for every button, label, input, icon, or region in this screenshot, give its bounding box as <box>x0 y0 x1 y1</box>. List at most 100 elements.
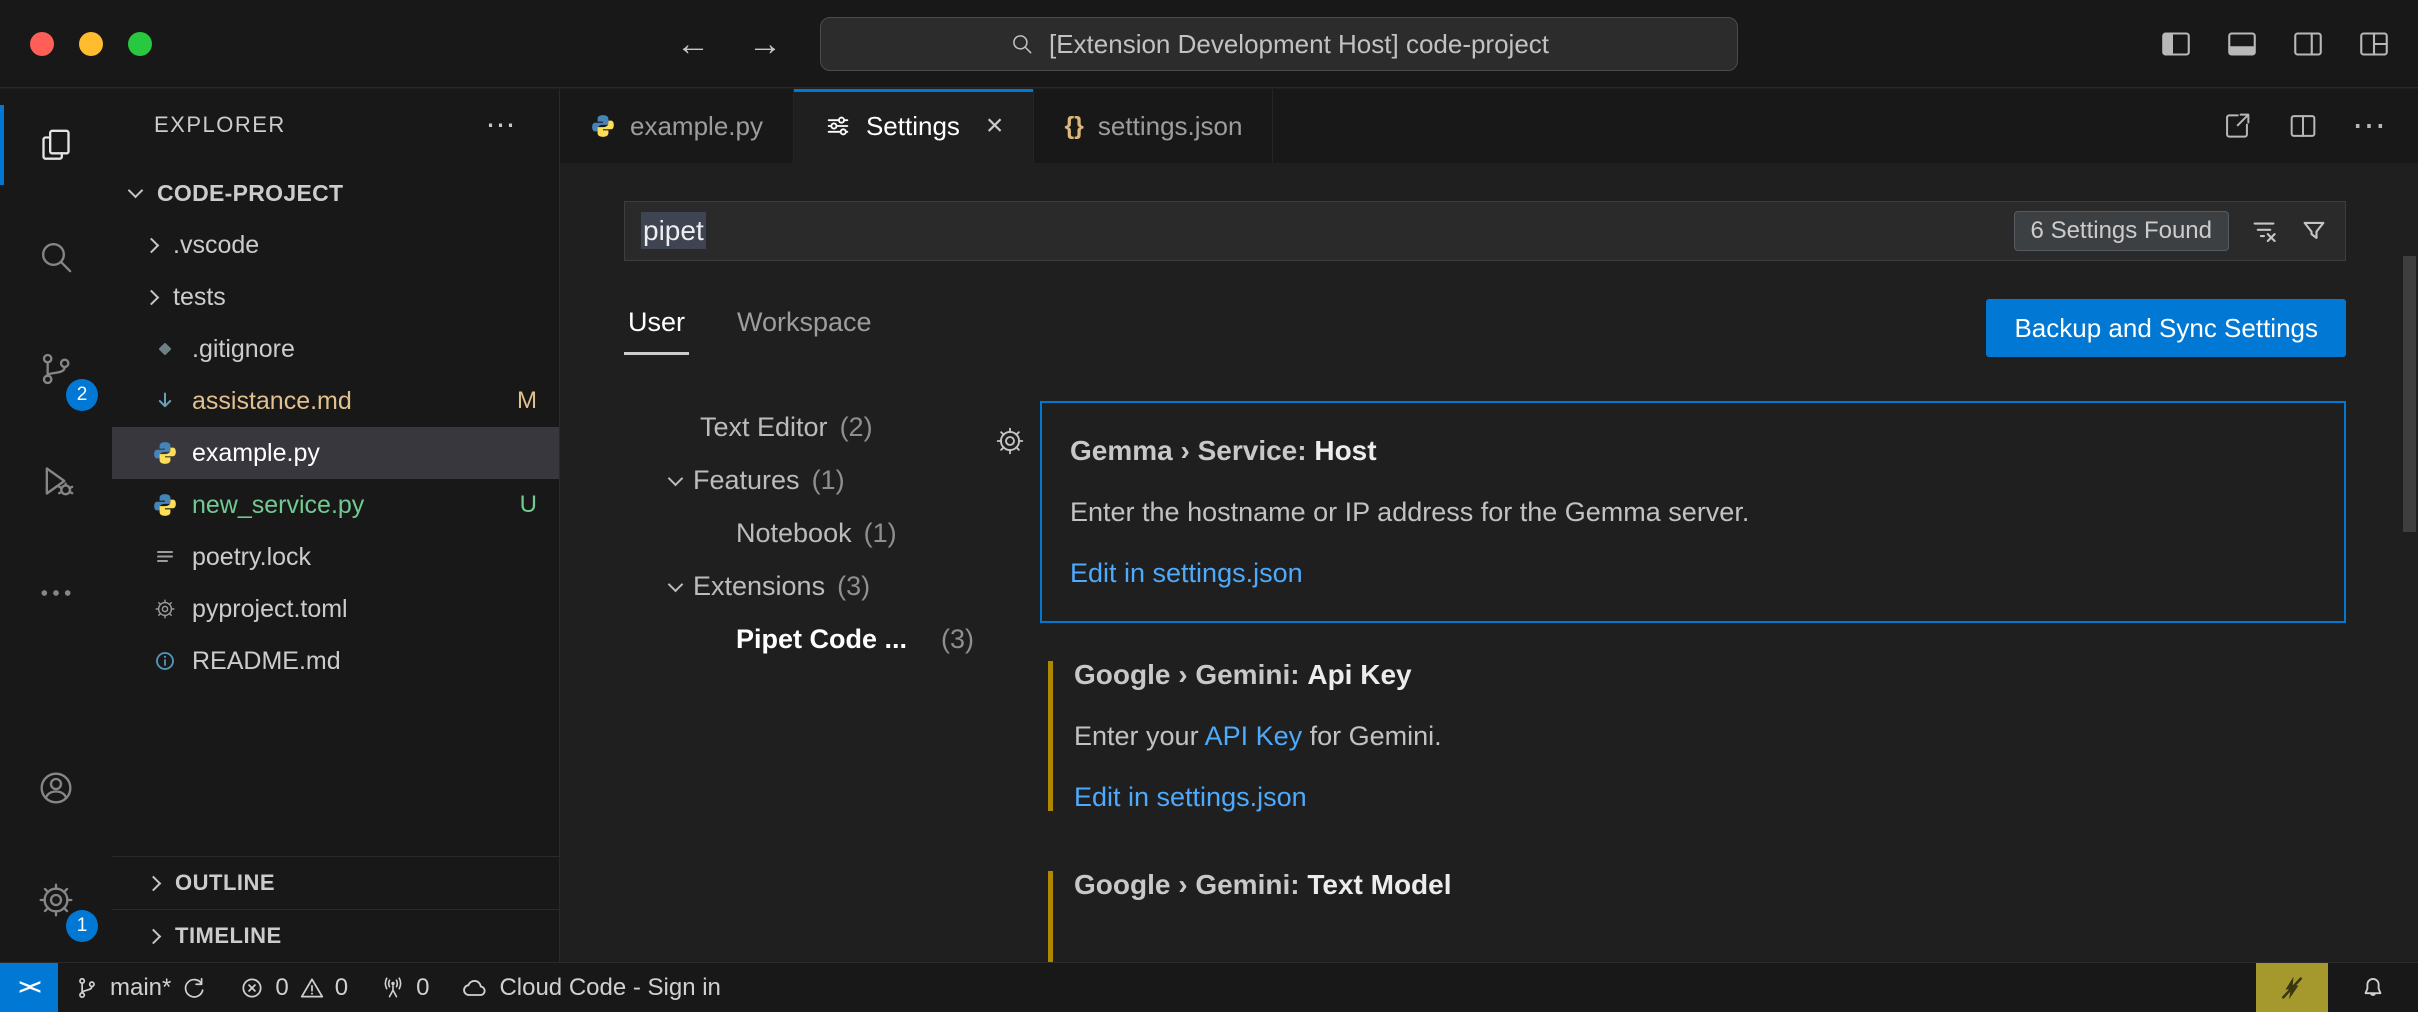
edit-in-settings-json-link[interactable]: Edit in settings.json <box>1070 558 2316 589</box>
screencast-highlight-cell[interactable] <box>2256 963 2328 1012</box>
status-bar: >< main* 0 0 0 Cloud Code - Sign in <box>0 962 2418 1012</box>
setting-category: Google › Gemini: <box>1074 869 1300 900</box>
python-file-icon <box>150 492 180 518</box>
modified-indicator <box>1048 871 1053 962</box>
settings-toc: Text Editor (2) Features (1) Notebook (1… <box>624 401 1004 962</box>
setting-name: Text Model <box>1307 869 1451 900</box>
tree-item-readme-md[interactable]: README.md <box>112 635 559 687</box>
editor-scrollbar[interactable] <box>2403 256 2416 532</box>
tree-item-example-py[interactable]: example.py <box>112 427 559 479</box>
toc-extensions[interactable]: Extensions (3) <box>624 560 1004 613</box>
section-outline[interactable]: OUTLINE <box>112 856 559 909</box>
ports-status[interactable]: 0 <box>364 963 445 1012</box>
section-timeline[interactable]: TIMELINE <box>112 909 559 962</box>
settings-badge: 1 <box>66 910 98 942</box>
scope-tab-workspace[interactable]: Workspace <box>733 299 876 352</box>
tree-item-pyproject-toml[interactable]: pyproject.toml <box>112 583 559 635</box>
tree-root-code-project[interactable]: CODE-PROJECT <box>112 167 559 219</box>
error-icon <box>239 975 265 1001</box>
scope-tab-user[interactable]: User <box>624 299 689 355</box>
toggle-panel-icon[interactable] <box>2224 26 2260 62</box>
toml-gear-icon <box>150 597 180 621</box>
editor-actions: ⋯ <box>2220 89 2418 163</box>
git-status-badge: M <box>517 387 559 415</box>
chevron-right-icon <box>146 875 162 891</box>
chevron-down-icon <box>668 576 684 592</box>
setting-name: Api Key <box>1307 659 1411 690</box>
status-bar-right <box>2256 963 2418 1012</box>
problems-status[interactable]: 0 0 <box>223 963 364 1012</box>
toc-label: Pipet Code ... <box>736 624 907 655</box>
tree-item-label: new_service.py <box>192 491 364 520</box>
activity-settings[interactable]: 1 <box>0 844 112 956</box>
close-tab-icon[interactable]: × <box>986 109 1004 143</box>
chevron-down-icon <box>128 183 144 199</box>
branch-status[interactable]: main* <box>58 963 223 1012</box>
tab-example-py[interactable]: example.py <box>560 89 794 163</box>
forward-icon[interactable]: → <box>748 25 782 64</box>
settings-search-value: pipet <box>641 215 706 247</box>
setting-google-gemini-api-key[interactable]: Google › Gemini: Api Key Enter your API … <box>1040 659 2346 813</box>
api-key-link[interactable]: API Key <box>1205 721 1303 751</box>
activity-more-views[interactable] <box>0 537 112 649</box>
backup-sync-settings-button[interactable]: Backup and Sync Settings <box>1986 299 2346 357</box>
filter-icon[interactable] <box>2299 216 2329 246</box>
notifications-cell[interactable] <box>2328 963 2418 1012</box>
setting-gemma-service-host[interactable]: Gemma › Service: Host Enter the hostname… <box>1040 401 2346 623</box>
toc-count: (2) <box>840 412 873 443</box>
editor-tabs: example.py Settings × {} settings.json ⋯ <box>560 89 2418 163</box>
edit-in-settings-json-link[interactable]: Edit in settings.json <box>1074 782 2318 813</box>
info-file-icon <box>150 649 180 673</box>
customize-layout-icon[interactable] <box>2356 26 2392 62</box>
cloud-code-label: Cloud Code - Sign in <box>499 974 720 1002</box>
tree-item-new-service-py[interactable]: new_service.py U <box>112 479 559 531</box>
explorer-header: EXPLORER ⋯ <box>112 89 559 161</box>
modified-indicator <box>1048 661 1053 811</box>
explorer-more-actions-icon[interactable]: ⋯ <box>486 108 518 143</box>
bell-icon <box>2359 974 2387 1002</box>
close-window-button[interactable] <box>30 32 54 56</box>
toc-pipet-code[interactable]: Pipet Code ... (3) <box>624 613 1004 666</box>
activity-explorer[interactable] <box>0 89 112 201</box>
toggle-primary-sidebar-icon[interactable] <box>2158 26 2194 62</box>
tab-settings-json[interactable]: {} settings.json <box>1034 89 1273 163</box>
minimize-window-button[interactable] <box>79 32 103 56</box>
maximize-window-button[interactable] <box>128 32 152 56</box>
tree-item-gitignore[interactable]: .gitignore <box>112 323 559 375</box>
tree-item-poetry-lock[interactable]: poetry.lock <box>112 531 559 583</box>
command-center[interactable]: [Extension Development Host] code-projec… <box>820 17 1738 71</box>
section-label: TIMELINE <box>175 923 282 949</box>
python-file-icon <box>150 440 180 466</box>
tab-label: Settings <box>866 111 960 142</box>
settings-search-input[interactable]: pipet 6 Settings Found <box>624 201 2346 261</box>
setting-google-gemini-text-model[interactable]: Google › Gemini: Text Model <box>1040 869 2346 962</box>
activity-search[interactable] <box>0 201 112 313</box>
setting-description: Enter your API Key for Gemini. <box>1074 721 2318 752</box>
open-settings-json-icon[interactable] <box>2220 109 2254 143</box>
cloud-code-status[interactable]: Cloud Code - Sign in <box>445 963 736 1012</box>
setting-title: Gemma › Service: Host <box>1070 435 2316 467</box>
activity-bar: 2 1 <box>0 89 112 962</box>
more-icon <box>36 573 76 613</box>
toggle-secondary-sidebar-icon[interactable] <box>2290 26 2326 62</box>
remote-indicator[interactable]: >< <box>0 963 58 1012</box>
tree-item-tests[interactable]: tests <box>112 271 559 323</box>
toc-text-editor[interactable]: Text Editor (2) <box>624 401 1004 454</box>
activity-run-debug[interactable] <box>0 425 112 537</box>
more-actions-icon[interactable]: ⋯ <box>2352 106 2386 146</box>
tree-item-label: README.md <box>192 647 341 676</box>
setting-actions-gear-icon[interactable] <box>994 425 1026 457</box>
clear-search-filters-icon[interactable] <box>2249 216 2279 246</box>
back-icon[interactable]: ← <box>676 25 710 64</box>
toc-notebook[interactable]: Notebook (1) <box>624 507 1004 560</box>
tree-item-vscode[interactable]: .vscode <box>112 219 559 271</box>
activity-source-control[interactable]: 2 <box>0 313 112 425</box>
tree-item-assistance-md[interactable]: assistance.md M <box>112 375 559 427</box>
source-control-badge: 2 <box>66 379 98 411</box>
split-editor-icon[interactable] <box>2286 109 2320 143</box>
description-text: Enter your <box>1074 721 1205 751</box>
git-status-badge: U <box>520 491 559 519</box>
tab-settings[interactable]: Settings × <box>794 89 1034 163</box>
activity-accounts[interactable] <box>0 732 112 844</box>
toc-features[interactable]: Features (1) <box>624 454 1004 507</box>
